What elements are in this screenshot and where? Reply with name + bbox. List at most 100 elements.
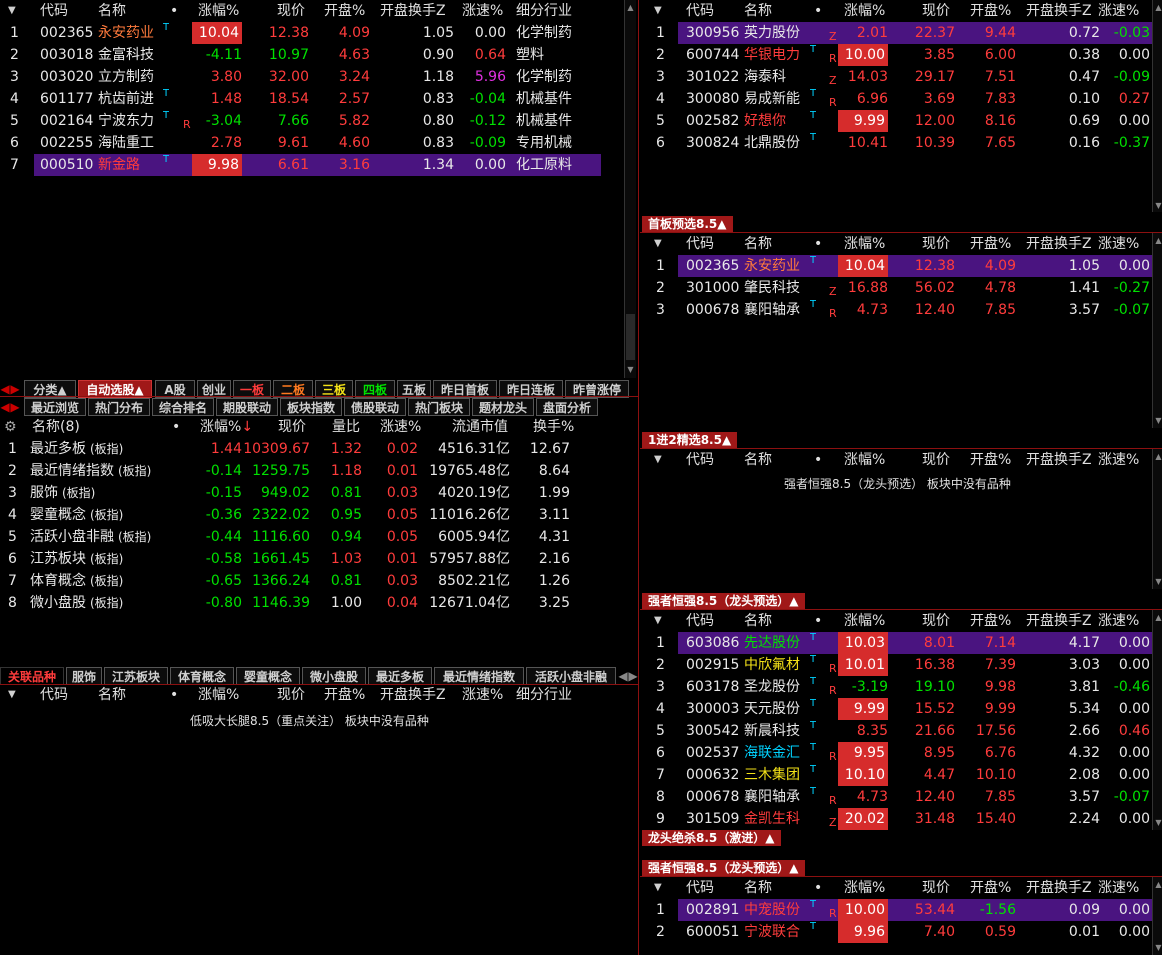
col-name[interactable]: 名称 bbox=[744, 449, 772, 471]
table-row[interactable]: 2 002915 中欣氟材 T R 10.01 16.38 7.39 3.03 0.00 bbox=[640, 654, 1152, 676]
col-speed[interactable]: 涨速% bbox=[462, 0, 503, 22]
col-open[interactable]: 开盘% bbox=[970, 449, 1011, 471]
col-price[interactable]: 现价 bbox=[922, 610, 950, 632]
triangle-down-icon[interactable]: ▼ bbox=[654, 233, 662, 255]
triangle-down-icon[interactable]: ▼ bbox=[654, 610, 662, 632]
table-row[interactable]: 5 活跃小盘非融 (板指) -0.44 1116.60 0.94 0.05 6005.94亿 4… bbox=[0, 526, 623, 548]
col-price[interactable]: 现价 bbox=[277, 0, 305, 22]
col-open-turnover[interactable]: 开盘换手Z bbox=[1026, 233, 1092, 255]
triangle-down-icon[interactable]: ▼ bbox=[1153, 817, 1162, 828]
right-scrollbar-5[interactable]: ▲ ▼ bbox=[1152, 877, 1162, 955]
tab-recent-browse[interactable]: 最近浏览 bbox=[24, 398, 86, 416]
tab-related-apparel[interactable]: 服饰 bbox=[66, 667, 102, 685]
tab-related-multi-board[interactable]: 最近多板 bbox=[368, 667, 432, 685]
right-scrollbar-4[interactable]: ▲ ▼ bbox=[1152, 610, 1162, 830]
col-price[interactable]: 现价 bbox=[922, 0, 950, 22]
col-price[interactable]: 现价 bbox=[277, 684, 305, 706]
col-change[interactable]: 涨幅% bbox=[198, 684, 239, 706]
tabbar-next[interactable]: ▶ bbox=[10, 398, 20, 416]
gear-icon[interactable]: ⚙ bbox=[4, 416, 17, 438]
col-open[interactable]: 开盘% bbox=[324, 0, 365, 22]
table-row[interactable]: 4 婴童概念 (板指) -0.36 2322.02 0.95 0.05 11016.26亿 3.… bbox=[0, 504, 623, 526]
table-row[interactable]: 1 最近多板 (板指) 1.44 10309.67 1.32 0.02 4516.31亿 12.… bbox=[0, 438, 623, 460]
col-open-turnover[interactable]: 开盘换手Z bbox=[1026, 449, 1092, 471]
col-name[interactable]: 名称 bbox=[98, 684, 126, 706]
col-name[interactable]: 名称 bbox=[744, 0, 772, 22]
col-code[interactable]: 代码 bbox=[686, 877, 714, 899]
panel-label-strong[interactable]: 强者恒强8.5（龙头预选）▲ bbox=[642, 593, 805, 609]
col-code[interactable]: 代码 bbox=[40, 0, 68, 22]
table-row[interactable]: 6 002255 海陆重工 2.78 9.61 4.60 0.83 -0.09 专用机械 bbox=[0, 132, 623, 154]
col-dot[interactable]: • bbox=[172, 416, 180, 438]
col-open[interactable]: 开盘% bbox=[970, 877, 1011, 899]
table-row[interactable]: 7 体育概念 (板指) -0.65 1366.24 0.81 0.03 8502.21亿 1.2… bbox=[0, 570, 623, 592]
col-change[interactable]: 涨幅% bbox=[844, 610, 885, 632]
col-open-turnover[interactable]: 开盘换手Z bbox=[1026, 877, 1092, 899]
tab-related-sentiment[interactable]: 最近情绪指数 bbox=[434, 667, 524, 685]
panel-label-dragon-kill[interactable]: 龙头绝杀8.5（激进）▲ bbox=[642, 830, 781, 846]
tabbar-prev[interactable]: ◀ bbox=[618, 667, 628, 685]
table-row[interactable]: 5 002582 好想你 T 9.99 12.00 8.16 0.69 0.00 bbox=[640, 110, 1152, 132]
table-row[interactable]: 1 002365 永安药业 T 10.04 12.38 4.09 1.05 0.00 bbox=[656, 255, 1152, 277]
col-dot[interactable]: • bbox=[814, 0, 822, 22]
col-change[interactable]: 涨幅% bbox=[198, 0, 239, 22]
col-dot[interactable]: • bbox=[170, 0, 178, 22]
col-turnover[interactable]: 换手% bbox=[533, 416, 574, 438]
col-code[interactable]: 代码 bbox=[40, 684, 68, 706]
tab-related-instruments[interactable]: 关联品种 bbox=[0, 667, 64, 685]
tab-related-jiangsu[interactable]: 江苏板块 bbox=[104, 667, 168, 685]
col-open-turnover[interactable]: 开盘换手Z bbox=[380, 684, 446, 706]
panel-label-1to2[interactable]: 1进2精选8.5▲ bbox=[642, 432, 738, 448]
tab-related-microcap[interactable]: 微小盘股 bbox=[302, 667, 366, 685]
col-sector-name[interactable]: 名称(8) bbox=[32, 416, 80, 438]
col-speed[interactable]: 涨速% bbox=[1098, 877, 1139, 899]
col-dot[interactable]: • bbox=[170, 684, 178, 706]
col-float-cap[interactable]: 流通市值 bbox=[452, 416, 508, 438]
table-row[interactable]: 3 603178 圣龙股份 T R -3.19 19.10 9.98 3.81 -0.46 bbox=[640, 676, 1152, 698]
triangle-down-icon[interactable]: ▼ bbox=[625, 364, 636, 375]
table-row[interactable]: 2 600744 华银电力 T R 10.00 3.85 6.00 0.38 0.00 bbox=[640, 44, 1152, 66]
col-change[interactable]: 涨幅% bbox=[844, 877, 885, 899]
col-name[interactable]: 名称 bbox=[744, 233, 772, 255]
table-row[interactable]: 4 300080 易成新能 T R 6.96 3.69 7.83 0.10 0.27 bbox=[640, 88, 1152, 110]
triangle-down-icon[interactable]: ▼ bbox=[8, 684, 16, 706]
table-row[interactable]: 1 002365 永安药业 T 10.04 12.38 4.09 1.05 0.00 化学制药 bbox=[0, 22, 623, 44]
table-row[interactable]: 6 江苏板块 (板指) -0.58 1661.45 1.03 0.01 57957.88亿 2.… bbox=[0, 548, 623, 570]
tab-market-analysis[interactable]: 盘面分析 bbox=[536, 398, 598, 416]
tab-sector-index[interactable]: 板块指数 bbox=[280, 398, 342, 416]
tab-futures-link[interactable]: 期股联动 bbox=[216, 398, 278, 416]
table-row[interactable]: 1 002891 中宠股份 T R 10.00 53.44 -1.56 0.09 0.00 bbox=[656, 899, 1152, 921]
col-open[interactable]: 开盘% bbox=[324, 684, 365, 706]
top-left-scrollbar[interactable]: ▲ ▼ bbox=[624, 0, 636, 378]
col-speed[interactable]: 涨速% bbox=[1098, 233, 1139, 255]
table-row[interactable]: 5 002164 宁波东力 R T -3.04 7.66 5.82 0.80 -0.12 机械基件 bbox=[0, 110, 623, 132]
col-change[interactable]: 涨幅% bbox=[844, 0, 885, 22]
table-row[interactable]: 3 003020 立方制药 3.80 32.00 3.24 1.18 5.96 化学制药 bbox=[0, 66, 623, 88]
col-name[interactable]: 名称 bbox=[744, 610, 772, 632]
triangle-up-icon[interactable]: ▲ bbox=[1153, 235, 1162, 246]
table-row[interactable]: 2 003018 金富科技 -4.11 10.97 4.63 0.90 0.64 塑料 bbox=[0, 44, 623, 66]
col-open-turnover[interactable]: 开盘换手Z bbox=[380, 0, 446, 22]
col-dot[interactable]: • bbox=[814, 449, 822, 471]
triangle-down-icon[interactable]: ▼ bbox=[1153, 200, 1162, 211]
triangle-up-icon[interactable]: ▲ bbox=[625, 2, 636, 13]
col-code[interactable]: 代码 bbox=[686, 233, 714, 255]
triangle-up-icon[interactable]: ▲ bbox=[1153, 2, 1162, 13]
tabbar-prev[interactable]: ◀ bbox=[0, 398, 10, 416]
col-name[interactable]: 名称 bbox=[98, 0, 126, 22]
col-name[interactable]: 名称 bbox=[744, 877, 772, 899]
table-row[interactable]: 2 600051 宁波联合 T 9.96 7.40 0.59 0.01 0.00 bbox=[640, 921, 1152, 943]
col-open-turnover[interactable]: 开盘换手Z bbox=[1026, 0, 1092, 22]
col-code[interactable]: 代码 bbox=[686, 0, 714, 22]
tab-related-active-smallcap[interactable]: 活跃小盘非融 bbox=[526, 667, 616, 685]
col-open[interactable]: 开盘% bbox=[970, 610, 1011, 632]
tab-theme-leaders[interactable]: 题材龙头 bbox=[472, 398, 534, 416]
triangle-down-icon[interactable]: ▼ bbox=[1153, 576, 1162, 587]
panel-label-first-board[interactable]: 首板预选8.5▲ bbox=[642, 216, 733, 232]
table-row[interactable]: 3 301022 海泰科 Z 14.03 29.17 7.51 0.47 -0.09 bbox=[640, 66, 1152, 88]
col-industry[interactable]: 细分行业 bbox=[516, 0, 572, 22]
triangle-down-icon[interactable]: ▼ bbox=[654, 877, 662, 899]
col-change[interactable]: 涨幅%↓ bbox=[200, 416, 253, 438]
col-price[interactable]: 现价 bbox=[278, 416, 306, 438]
col-speed[interactable]: 涨速% bbox=[1098, 610, 1139, 632]
